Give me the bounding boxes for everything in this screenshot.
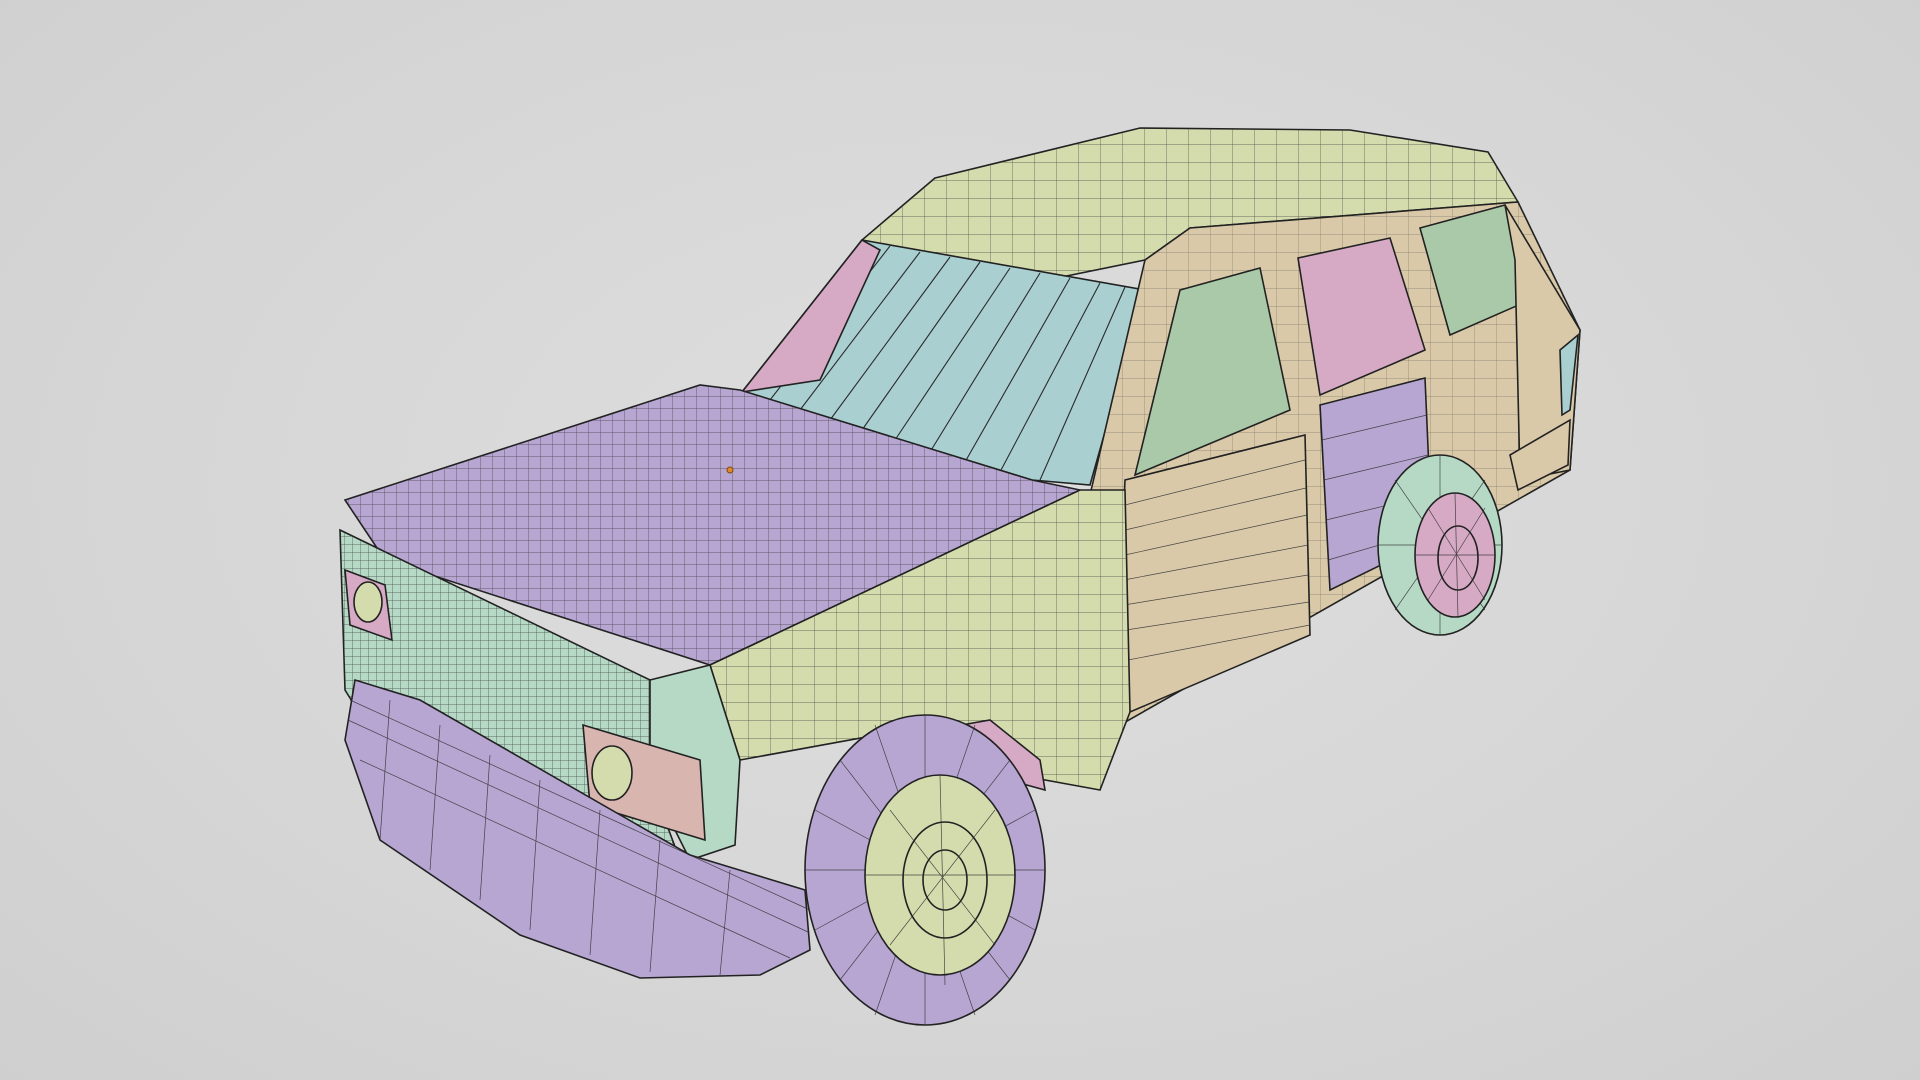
front-door	[1119, 433, 1311, 714]
front-wheel-icon	[804, 714, 1046, 1026]
rear-wheel-icon	[1377, 454, 1503, 636]
object-origin-icon	[726, 466, 734, 474]
3d-viewport[interactable]	[0, 0, 1920, 1080]
car-model[interactable]	[0, 0, 1920, 1080]
